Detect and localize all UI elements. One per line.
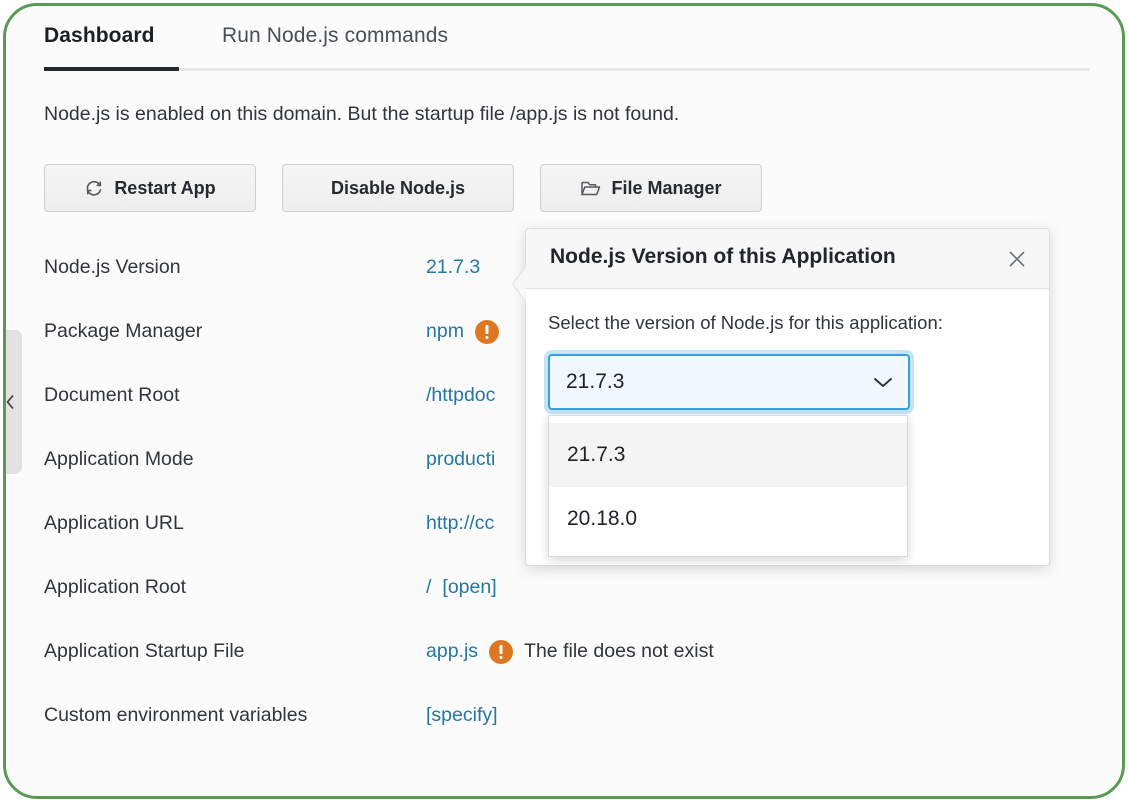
tab-underline-track: [44, 68, 1089, 71]
restart-app-label: Restart App: [114, 177, 216, 198]
row-label: Application URL: [44, 512, 184, 534]
status-message: Node.js is enabled on this domain. But t…: [44, 103, 680, 125]
row-value: 21.7.3: [426, 250, 480, 285]
row-value: app.js The file does not exist: [426, 634, 714, 669]
tab-underline-active: [44, 67, 179, 71]
tab-bar: Dashboard Run Node.js commands: [44, 24, 1089, 70]
chevron-down-icon: [872, 375, 894, 389]
row-value: / [open]: [426, 570, 497, 605]
row-label: Application Startup File: [44, 640, 245, 662]
nodejs-version-select[interactable]: 21.7.3: [548, 354, 910, 410]
file-manager-label: File Manager: [611, 177, 722, 198]
popover-caret: [513, 267, 526, 301]
application-url-link[interactable]: http://cc: [426, 506, 494, 541]
tab-dashboard[interactable]: Dashboard: [44, 24, 155, 62]
row-value: /httpdoc: [426, 378, 495, 413]
close-icon[interactable]: [1003, 245, 1031, 273]
row-label: Package Manager: [44, 320, 203, 342]
nodejs-version-popover: Node.js Version of this Application Sele…: [512, 228, 1050, 566]
nodejs-version-select-value: 21.7.3: [566, 370, 625, 393]
refresh-icon: [84, 178, 104, 198]
tab-run-node-commands[interactable]: Run Node.js commands: [222, 24, 448, 62]
chevron-left-icon: [6, 393, 16, 411]
row-label: Application Mode: [44, 448, 194, 470]
folder-icon: [580, 179, 601, 198]
package-manager-link[interactable]: npm: [426, 314, 464, 349]
table-row: Application Root / [open]: [44, 570, 1084, 634]
disable-nodejs-label: Disable Node.js: [330, 177, 466, 198]
option-item[interactable]: 21.7.3: [549, 423, 907, 487]
file-manager-button[interactable]: File Manager: [540, 164, 762, 212]
row-label: Custom environment variables: [44, 704, 308, 726]
option-item[interactable]: 20.18.0: [549, 487, 907, 551]
document-root-link[interactable]: /httpdoc: [426, 378, 495, 413]
app-frame: Dashboard Run Node.js commands Node.js i…: [3, 3, 1125, 799]
warning-icon: [474, 319, 499, 344]
row-value: producti: [426, 442, 495, 477]
table-row: Custom environment variables [specify]: [44, 698, 1084, 762]
disable-nodejs-button[interactable]: Disable Node.js: [282, 164, 514, 212]
application-root-open-link[interactable]: [open]: [442, 570, 496, 605]
row-value: [specify]: [426, 698, 498, 733]
nodejs-version-option-list[interactable]: 21.7.3 20.18.0: [548, 415, 908, 557]
table-row: Application Startup File app.js The file…: [44, 634, 1084, 698]
startup-file-note: The file does not exist: [524, 640, 714, 662]
restart-app-button[interactable]: Restart App: [44, 164, 256, 212]
row-label: Document Root: [44, 384, 180, 406]
custom-env-specify-link[interactable]: [specify]: [426, 698, 498, 733]
warning-icon: [489, 639, 514, 664]
popover-sublabel: Select the version of Node.js for this a…: [548, 312, 943, 333]
nodejs-version-link[interactable]: 21.7.3: [426, 250, 480, 285]
row-value: http://cc: [426, 506, 494, 541]
row-label: Application Root: [44, 576, 187, 598]
row-label: Node.js Version: [44, 256, 181, 278]
popover-title: Node.js Version of this Application: [550, 245, 896, 268]
dashboard-card: Dashboard Run Node.js commands Node.js i…: [6, 6, 1122, 796]
application-root-link[interactable]: /: [426, 570, 431, 605]
application-mode-link[interactable]: producti: [426, 442, 495, 477]
sidebar-collapse-handle[interactable]: [6, 330, 22, 474]
row-value: npm: [426, 314, 499, 349]
startup-file-link[interactable]: app.js: [426, 634, 478, 669]
